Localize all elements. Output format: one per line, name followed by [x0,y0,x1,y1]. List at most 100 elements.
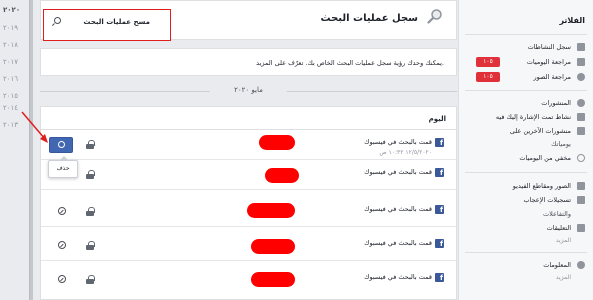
sidebar-item-label: التعليقات [546,224,571,232]
filters-sidebar: الفلاتر سجل النشاطات مراجعة اليوميات ١٠٥… [458,0,593,300]
main-content: مسح عمليات البحث سجل عمليات البحث يمكنك … [40,0,457,300]
delete-tooltip[interactable]: حذف [48,156,78,178]
comment-icon [577,224,585,232]
sidebar-item-others-posts[interactable]: منشورات الآخرين على [465,126,585,137]
activity-text: قمت بالبحث في فيسبوك [364,168,432,176]
info-icon [577,261,585,269]
year-link[interactable]: ٢٠١٨ [3,41,18,49]
count-badge: ١٠٥ [476,72,500,82]
redacted-search-term [259,135,295,150]
sidebar-item-more[interactable]: المزيد [465,273,585,284]
redacted-search-term [265,168,299,183]
facebook-icon: f [435,273,444,282]
clear-searches-label: مسح عمليات البحث [83,18,150,26]
facebook-icon: f [435,168,444,177]
lock-icon [86,170,95,179]
block-icon[interactable] [58,275,66,283]
activity-row: f قمت بالبحث في فيسبوك [41,231,456,261]
privacy-notice: يمكنك وحدك رؤية سجل عمليات البحث الخاص ب… [40,48,457,76]
block-icon[interactable] [58,241,66,249]
sidebar-item-label: يومياتك [551,140,571,148]
activity-text: قمت بالبحث في فيسبوك [364,205,432,213]
person-icon [577,99,585,107]
sidebar-item-label: الصور ومقاطع الفيديو [512,182,571,190]
sidebar-item-label: منشورات الآخرين على [509,127,571,135]
facebook-icon: f [435,239,444,248]
redacted-search-term [251,272,295,287]
month-label: مايو ٢٠٢٠ [234,86,263,94]
sidebar-item-more[interactable]: المزيد [465,236,585,247]
divider-line [465,172,587,173]
sidebar-item-label: المزيد [555,274,571,281]
facebook-icon: f [435,138,444,147]
sidebar-item-label: المزيد [555,237,571,244]
sidebar-item-label: سجل النشاطات [527,43,571,51]
tag-icon [577,113,585,121]
activity-row: f قمت بالبحث في فيسبوك [41,160,456,190]
sidebar-item-reactions[interactable]: والتفاعلات [465,209,585,220]
redacted-search-term [247,203,295,218]
sidebar-item-your-timeline[interactable]: يومياتك [465,139,585,150]
sidebar-item-comments[interactable]: التعليقات [465,223,585,234]
sidebar-item-label: والتفاعلات [542,210,571,218]
block-icon[interactable] [58,207,66,215]
edit-icon [58,141,65,148]
activity-text: قمت بالبحث في فيسبوك [364,138,432,146]
sidebar-item-likes[interactable]: تسجيلات الإعجاب [465,195,585,206]
divider-line [465,252,587,253]
activity-text: قمت بالبحث في فيسبوك [364,273,432,281]
activity-list: اليوم f قمت بالبحث في فيسبوك ١٢/٥/٢٠٢٠ ١… [40,106,457,300]
like-icon [577,196,585,204]
sidebar-item-posts[interactable]: المنشورات [465,98,585,109]
sidebar-item-activity-log[interactable]: سجل النشاطات [465,42,585,53]
year-link[interactable]: ٢٠١٣ [3,121,18,129]
redacted-search-term [251,239,295,254]
magnifier-icon [427,9,442,24]
hidden-icon [577,154,585,162]
year-link[interactable]: ٢٠١٩ [3,24,18,32]
sidebar-item-photo-review[interactable]: مراجعة الصور ١٠٥ [465,72,585,83]
year-link[interactable]: ٢٠١٥ [3,92,18,100]
year-link[interactable]: ٢٠٢٠ [3,6,20,14]
year-link[interactable]: ٢٠١٧ [3,58,18,66]
sidebar-item-information[interactable]: المعلومات [465,260,585,271]
activity-row: f قمت بالبحث في فيسبوك [41,265,456,295]
clear-searches-button[interactable]: مسح عمليات البحث [43,9,171,41]
sidebar-item-label: مراجعة اليوميات [526,58,571,66]
year-scroll-rail[interactable] [29,0,33,300]
activity-timestamp: ١٢/٥/٢٠٢٠ ١٠:٣٢ ص [379,149,432,156]
activity-text: قمت بالبحث في فيسبوك [364,239,432,247]
timeline-review-icon [577,58,585,66]
sidebar-item-label: المعلومات [543,261,571,269]
sidebar-item-hidden[interactable]: مخفي من اليوميات [465,153,585,164]
privacy-notice-text: يمكنك وحدك رؤية سجل عمليات البحث الخاص ب… [256,59,444,67]
facebook-icon: f [435,205,444,214]
year-link[interactable]: ٢٠١٤ [3,104,18,112]
sidebar-item-timeline-review[interactable]: مراجعة اليوميات ١٠٥ [465,57,585,68]
lock-icon [86,241,95,250]
year-link[interactable]: ٢٠١٦ [3,75,18,83]
lock-icon [86,140,95,149]
year-navigation: ٢٠٢٠ ٢٠١٩ ٢٠١٨ ٢٠١٧ ٢٠١٦ ٢٠١٥ ٢٠١٤ ٢٠١٣ [0,0,28,300]
lock-icon [86,207,95,216]
count-badge: ١٠٥ [476,57,500,67]
sidebar-item-label: مخفي من اليوميات [519,154,571,162]
sidebar-item-label: مراجعة الصور [533,73,572,81]
comment-icon [577,127,585,135]
month-divider: مايو ٢٠٢٠ [40,84,457,98]
activity-log-icon [577,43,585,51]
activity-row: f قمت بالبحث في فيسبوك ١٢/٥/٢٠٢٠ ١٠:٣٢ ص [41,130,456,160]
photo-review-icon [577,73,585,81]
sidebar-item-photos-videos[interactable]: الصور ومقاطع الفيديو [465,181,585,192]
page-title: سجل عمليات البحث [320,13,419,24]
divider-line [465,90,587,91]
sidebar-item-label: المنشورات [541,99,571,107]
sidebar-item-tagged[interactable]: نشاط تمت الإشارة إليك فيه [465,112,585,123]
page: ٢٠٢٠ ٢٠١٩ ٢٠١٨ ٢٠١٧ ٢٠١٦ ٢٠١٥ ٢٠١٤ ٢٠١٣ … [0,0,593,300]
lock-icon [86,275,95,284]
search-icon [54,17,61,24]
edit-button[interactable] [49,137,73,153]
filters-title: الفلاتر [559,16,585,25]
sidebar-item-label: نشاط تمت الإشارة إليك فيه [495,113,571,121]
section-label: اليوم [428,115,446,123]
